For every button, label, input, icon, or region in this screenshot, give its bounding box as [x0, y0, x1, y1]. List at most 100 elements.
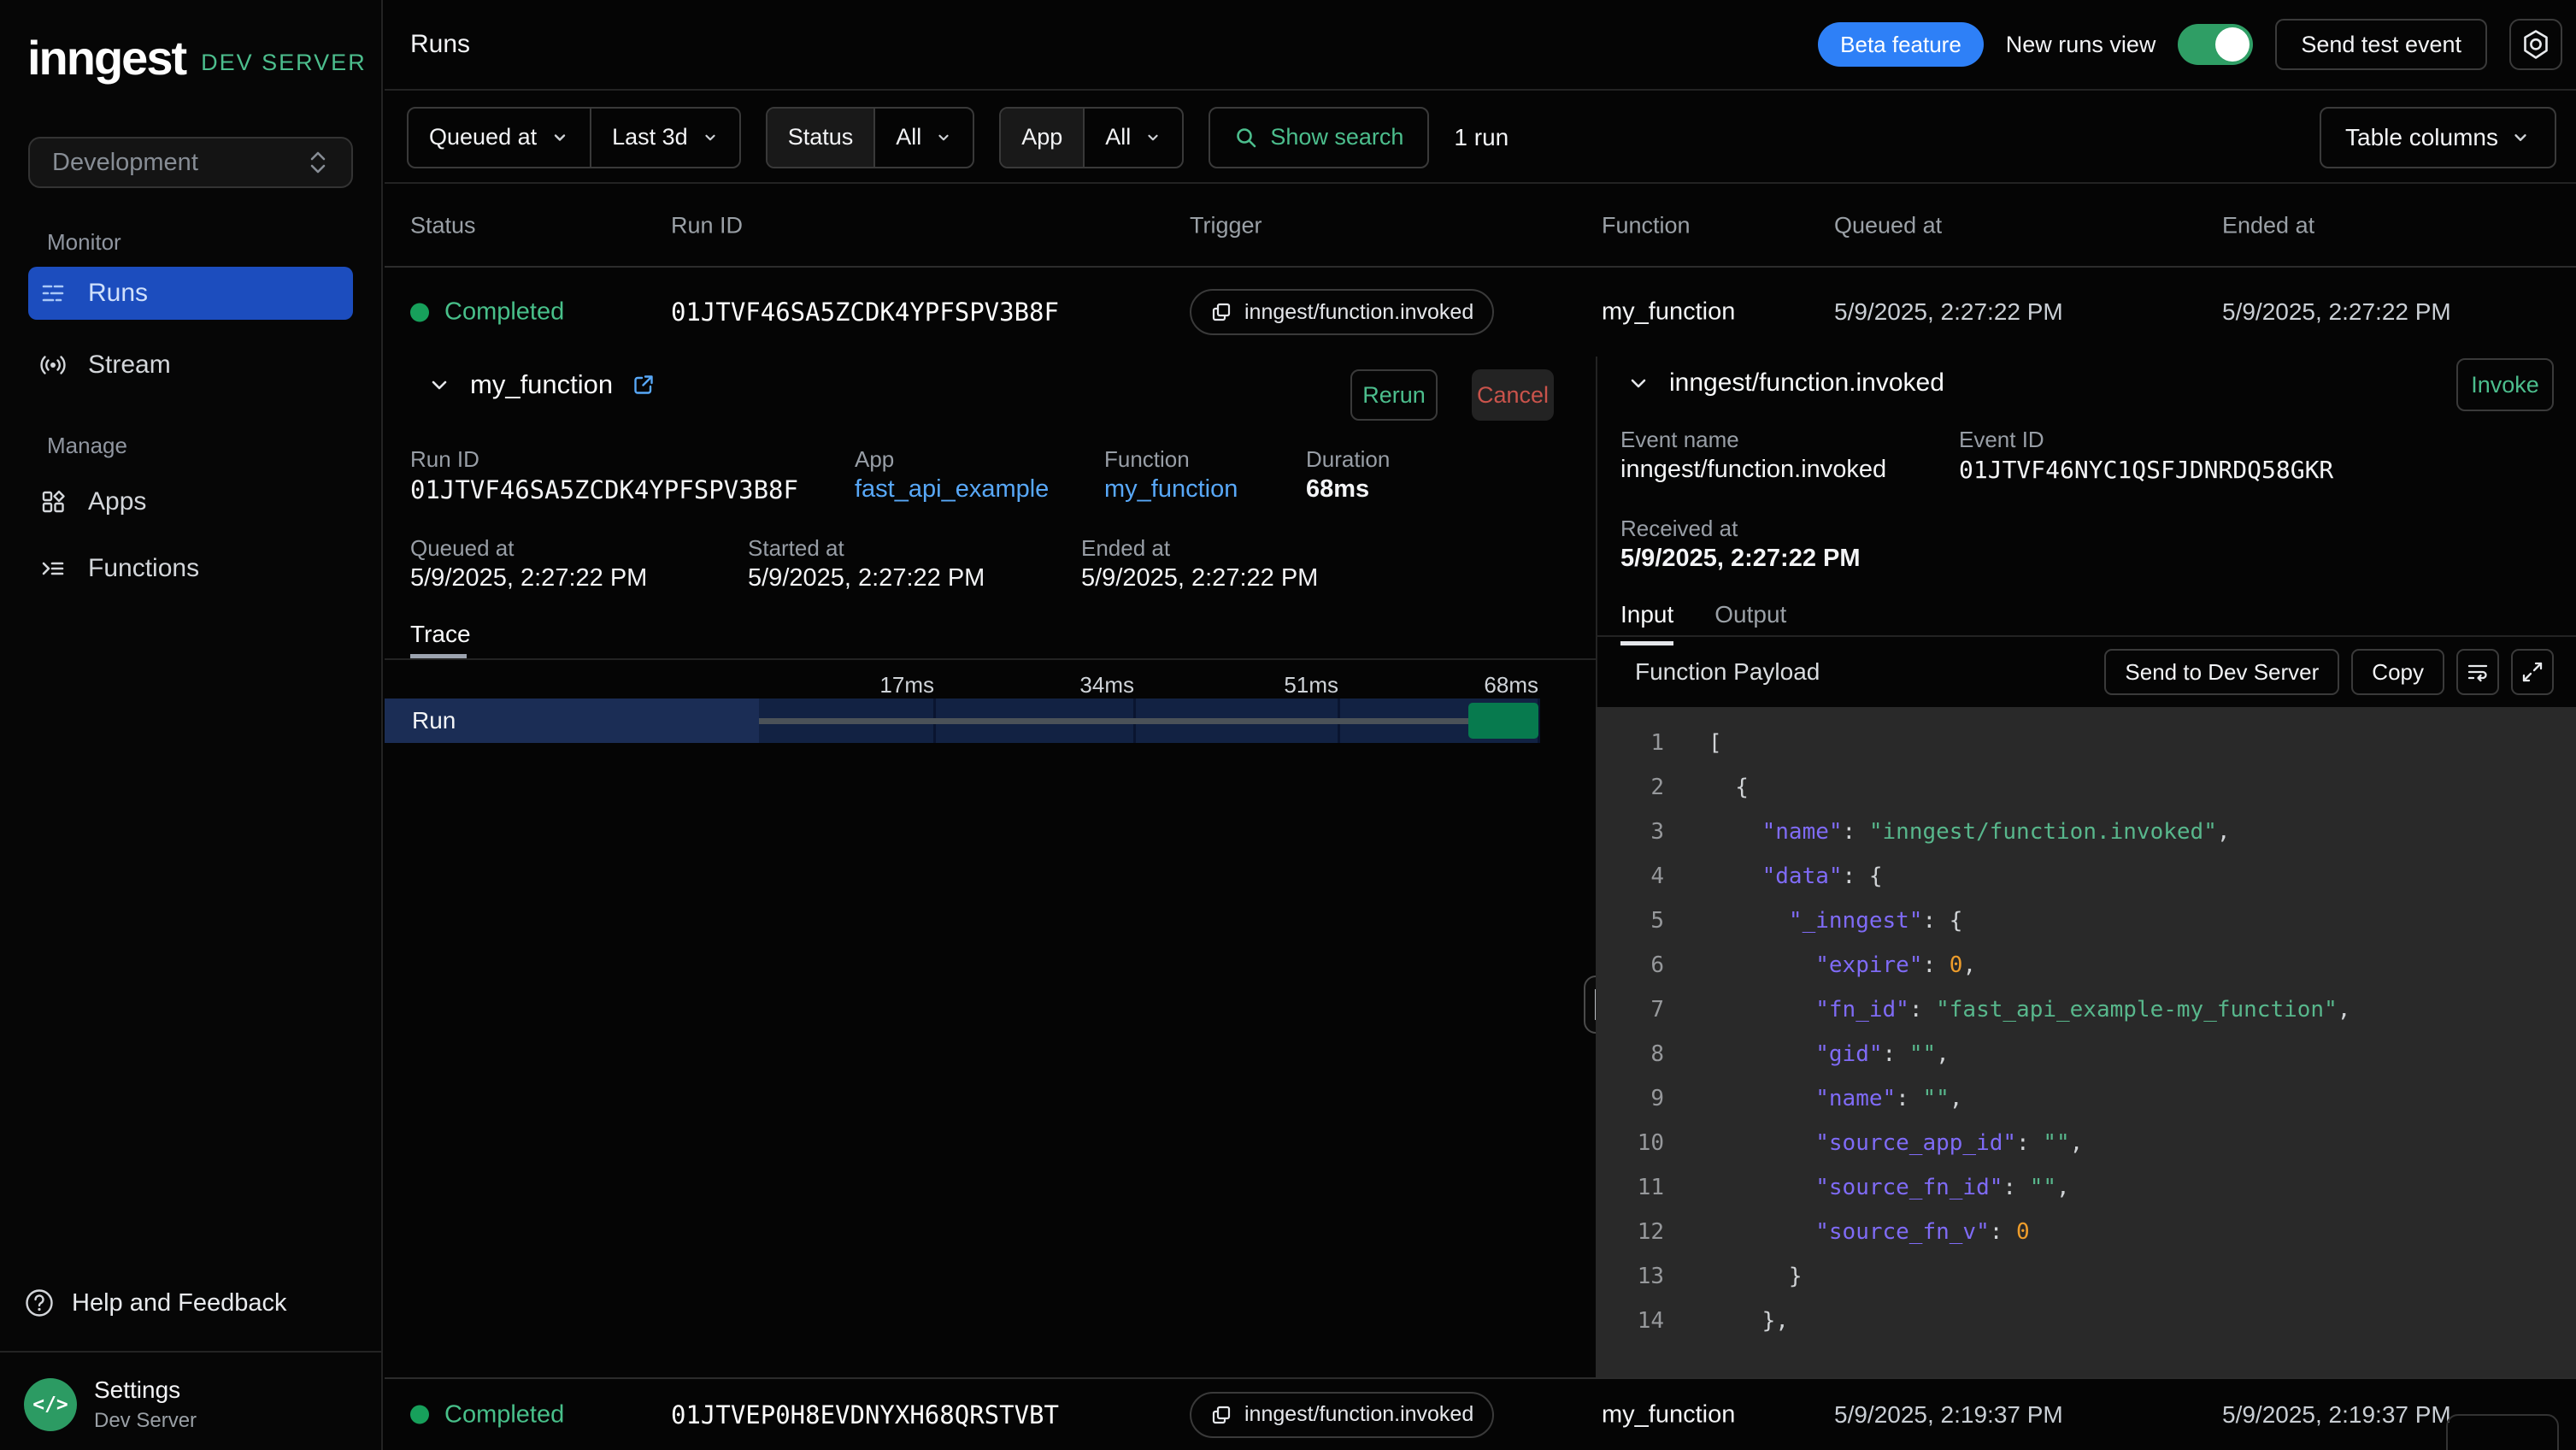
code-token: [1709, 952, 1815, 978]
code-token: "source_fn_id": [1815, 1175, 2003, 1200]
trace-row-label: Run: [385, 698, 759, 743]
send-to-dev-server-button[interactable]: Send to Dev Server: [2104, 649, 2339, 695]
page-title: Runs: [410, 0, 470, 89]
updown-chevron-icon: [307, 150, 329, 175]
payload-actions: Send to Dev Server Copy: [2104, 649, 2554, 695]
line-number: 7: [1596, 997, 1664, 1023]
column-ended-at: Ended at: [2222, 213, 2314, 239]
settings-entry[interactable]: </> Settings Dev Server: [24, 1376, 197, 1433]
code-line: 2 {: [1596, 765, 2576, 810]
sidebar-divider: [0, 1351, 381, 1353]
function-link[interactable]: my_function: [1104, 475, 1238, 504]
status-dot: [410, 1406, 429, 1424]
send-test-event-button[interactable]: Send test event: [2275, 19, 2487, 70]
beta-feature-badge: Beta feature: [1818, 22, 1984, 67]
sidebar-item-label: Apps: [88, 487, 146, 516]
new-runs-view-label: New runs view: [2006, 32, 2156, 58]
code-line: 9 "name": "",: [1596, 1076, 2576, 1121]
invoke-button[interactable]: Invoke: [2456, 358, 2554, 411]
sidebar: inngest DEV SERVER Development Monitor R…: [0, 0, 383, 1450]
code-token: "name": [1815, 1086, 1896, 1111]
word-wrap-button[interactable]: [2456, 649, 2499, 695]
rerun-button[interactable]: Rerun: [1350, 369, 1438, 421]
time-field-select[interactable]: Queued at: [409, 109, 590, 167]
code-token: "_inngest": [1789, 908, 1923, 934]
code-token: "expire": [1815, 952, 1922, 978]
settings-gear-button[interactable]: [2509, 19, 2562, 70]
event-id-value: 01JTVF46NYC1QSFJDNRDQ58GKR: [1959, 456, 2333, 484]
help-and-feedback[interactable]: Help and Feedback: [24, 1288, 287, 1318]
sidebar-item-apps[interactable]: Apps: [28, 475, 353, 528]
code-token: "fast_api_example-my_function": [1936, 997, 2338, 1023]
status-filter-group[interactable]: Status All: [766, 107, 975, 168]
code-text: "_inngest": {: [1709, 908, 1962, 934]
floating-control-partial[interactable]: [2446, 1414, 2559, 1450]
code-text: "data": {: [1709, 864, 1883, 889]
time-range-value: Last 3d: [612, 124, 688, 150]
code-token: :: [2016, 1130, 2043, 1156]
line-number: 2: [1596, 775, 1664, 800]
event-icon: [1210, 1404, 1232, 1426]
table-columns-label: Table columns: [2345, 124, 2498, 151]
line-number: 5: [1596, 908, 1664, 934]
function-cell: my_function: [1602, 1400, 1735, 1429]
duration-value: 68ms: [1306, 475, 1369, 504]
time-range-select[interactable]: Last 3d: [590, 109, 739, 167]
code-token: }: [1709, 1264, 1803, 1289]
code-token: "": [2043, 1130, 2069, 1156]
code-token: [: [1709, 730, 1722, 756]
trace-execution-span[interactable]: [1468, 703, 1538, 739]
line-number: 11: [1596, 1175, 1664, 1200]
trace-tick: 51ms: [1284, 672, 1338, 698]
collapse-chevron-icon[interactable]: [1626, 371, 1650, 395]
ended-at-value: 5/9/2025, 2:27:22 PM: [1081, 564, 1318, 592]
app-link[interactable]: fast_api_example: [855, 475, 1049, 504]
copy-button[interactable]: Copy: [2351, 649, 2444, 695]
expand-button[interactable]: [2511, 649, 2554, 695]
trace-waterfall-row[interactable]: Run: [385, 698, 1540, 743]
payload-code-editor[interactable]: 1[2 {3 "name": "inngest/function.invoked…: [1596, 707, 2576, 1377]
status-badge: Completed: [444, 1400, 564, 1429]
inngest-logo: inngest: [27, 34, 185, 82]
new-runs-view-toggle[interactable]: [2178, 24, 2253, 65]
gear-icon: [2521, 29, 2550, 60]
external-link-icon[interactable]: [632, 373, 656, 397]
time-filter-group[interactable]: Queued at Last 3d: [407, 107, 741, 168]
line-number: 10: [1596, 1130, 1664, 1156]
logo[interactable]: inngest DEV SERVER: [27, 34, 367, 82]
table-row[interactable]: Completed 01JTVEP0H8EVDNYXH68QRSTVBT inn…: [385, 1379, 2576, 1450]
trace-divider: [385, 658, 1596, 660]
status-dot: [410, 303, 429, 321]
sidebar-item-functions[interactable]: Functions: [28, 542, 353, 595]
runs-icon: [40, 280, 66, 306]
trigger-pill[interactable]: inngest/function.invoked: [1190, 289, 1494, 335]
code-text: }: [1709, 1264, 1803, 1289]
code-token: "gid": [1815, 1041, 1882, 1067]
show-search-button[interactable]: Show search: [1209, 107, 1429, 168]
collapse-chevron-icon[interactable]: [427, 373, 451, 397]
trace-track-line: [759, 718, 1468, 724]
cancel-button[interactable]: Cancel: [1472, 369, 1554, 421]
help-icon: [24, 1288, 55, 1318]
code-text: "gid": "",: [1709, 1041, 1950, 1067]
inngest-dev-server-app: inngest DEV SERVER Development Monitor R…: [0, 0, 2576, 1450]
app-filter-group[interactable]: App All: [999, 107, 1184, 168]
column-function: Function: [1602, 213, 1691, 239]
code-token: {: [1709, 775, 1749, 800]
status-filter-select[interactable]: All: [873, 109, 973, 167]
trigger-pill[interactable]: inngest/function.invoked: [1190, 1392, 1494, 1438]
code-token: ,: [2070, 1130, 2084, 1156]
trigger-label: inngest/function.invoked: [1244, 300, 1473, 325]
code-token: :: [2003, 1175, 2029, 1200]
environment-select[interactable]: Development: [28, 137, 353, 188]
tab-trace[interactable]: Trace: [410, 621, 471, 648]
app-filter-select[interactable]: All: [1083, 109, 1182, 167]
table-row[interactable]: Completed 01JTVF46SA5ZCDK4YPFSPV3B8F inn…: [385, 268, 2576, 357]
event-id-label: Event ID: [1959, 427, 2044, 453]
sidebar-item-stream[interactable]: Stream: [28, 339, 353, 392]
table-columns-button[interactable]: Table columns: [2320, 107, 2556, 168]
chevron-down-icon: [550, 128, 569, 147]
code-line: 10 "source_app_id": "",: [1596, 1121, 2576, 1165]
sidebar-item-runs[interactable]: Runs: [28, 267, 353, 320]
code-token: "": [1909, 1041, 1936, 1067]
